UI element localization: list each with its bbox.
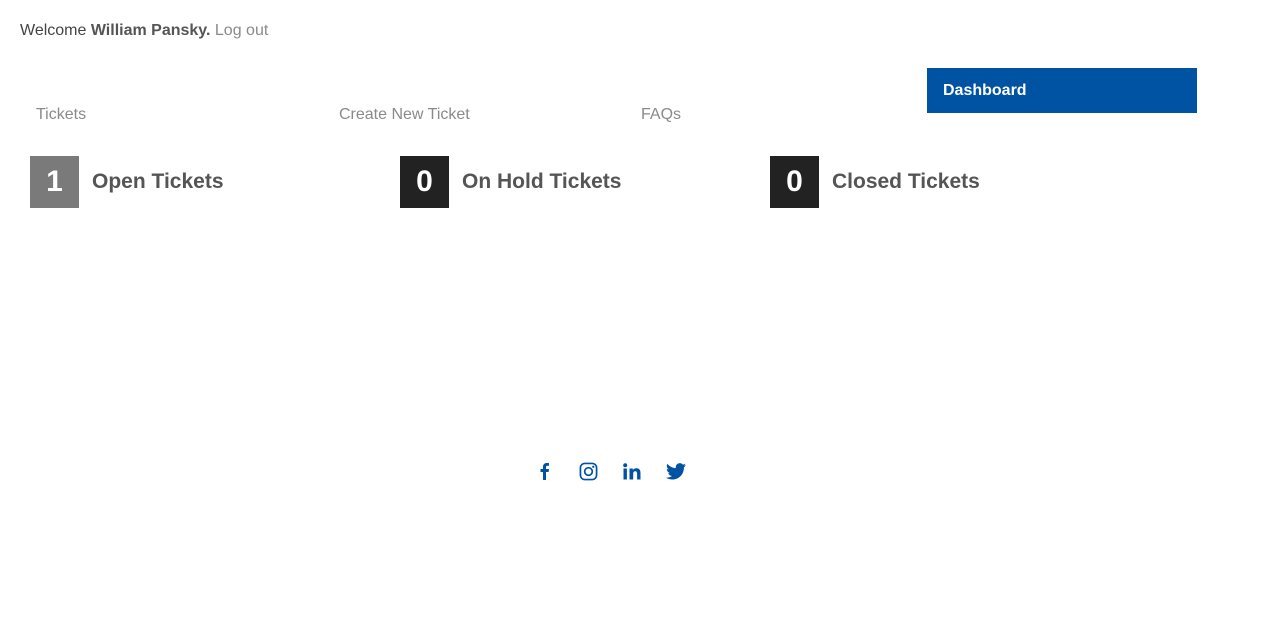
welcome-text: Welcome bbox=[20, 22, 87, 39]
twitter-icon[interactable] bbox=[665, 460, 687, 482]
linkedin-icon[interactable] bbox=[621, 460, 643, 482]
nav-tickets-link[interactable]: Tickets bbox=[36, 105, 86, 125]
welcome-bar: Welcome William Pansky. Log out bbox=[20, 21, 268, 41]
closed-tickets-count: 0 bbox=[770, 156, 819, 208]
closed-tickets-stat[interactable]: 0 Closed Tickets bbox=[770, 156, 980, 208]
instagram-icon[interactable] bbox=[577, 460, 599, 482]
nav-create-ticket-link[interactable]: Create New Ticket bbox=[339, 105, 470, 125]
on-hold-tickets-count: 0 bbox=[400, 156, 449, 208]
open-tickets-count: 1 bbox=[30, 156, 79, 208]
facebook-icon[interactable] bbox=[533, 460, 555, 482]
nav-faqs-link[interactable]: FAQs bbox=[641, 105, 681, 125]
open-tickets-stat[interactable]: 1 Open Tickets bbox=[30, 156, 224, 208]
user-name: William Pansky. bbox=[90, 22, 211, 39]
page: Welcome William Pansky. Log out Tickets … bbox=[0, 0, 1281, 620]
closed-tickets-label: Closed Tickets bbox=[832, 170, 980, 193]
open-tickets-label: Open Tickets bbox=[92, 170, 224, 193]
on-hold-tickets-stat[interactable]: 0 On Hold Tickets bbox=[400, 156, 621, 208]
dashboard-button[interactable]: Dashboard bbox=[927, 68, 1197, 113]
on-hold-tickets-label: On Hold Tickets bbox=[462, 170, 622, 193]
social-links bbox=[533, 460, 709, 482]
logout-link[interactable]: Log out bbox=[215, 22, 268, 39]
